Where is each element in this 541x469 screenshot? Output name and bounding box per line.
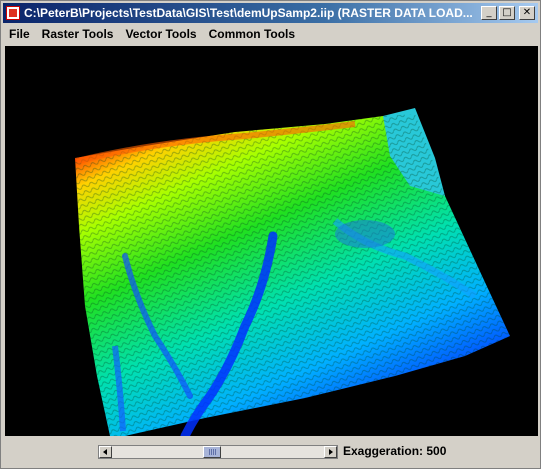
menu-file[interactable]: File [3, 27, 36, 41]
exaggeration-panel: Exaggeration: 500 [3, 438, 538, 466]
minimize-button[interactable]: _ [481, 6, 497, 20]
maximize-button[interactable]: □ [499, 6, 515, 20]
menu-vector-tools[interactable]: Vector Tools [119, 27, 202, 41]
exaggeration-slider[interactable] [98, 445, 338, 459]
scroll-left-arrow-icon[interactable] [99, 446, 112, 458]
basin [335, 220, 395, 248]
menu-bar: File Raster Tools Vector Tools Common To… [3, 24, 538, 44]
grip-icon [209, 449, 218, 455]
close-button[interactable]: ✕ [519, 6, 535, 20]
window-title: C:\PeterB\Projects\TestData\GIS\Test\dem… [24, 6, 473, 20]
terrain-viewport[interactable] [5, 46, 538, 436]
app-window: C:\PeterB\Projects\TestData\GIS\Test\dem… [0, 0, 541, 469]
app-icon [6, 6, 20, 20]
exaggeration-label: Exaggeration: 500 [343, 444, 447, 458]
slider-thumb[interactable] [203, 446, 222, 458]
menu-raster-tools[interactable]: Raster Tools [36, 27, 120, 41]
terrain-render [75, 108, 510, 436]
title-bar[interactable]: C:\PeterB\Projects\TestData\GIS\Test\dem… [3, 3, 538, 23]
menu-common-tools[interactable]: Common Tools [203, 27, 301, 41]
scroll-right-arrow-icon[interactable] [324, 446, 337, 458]
